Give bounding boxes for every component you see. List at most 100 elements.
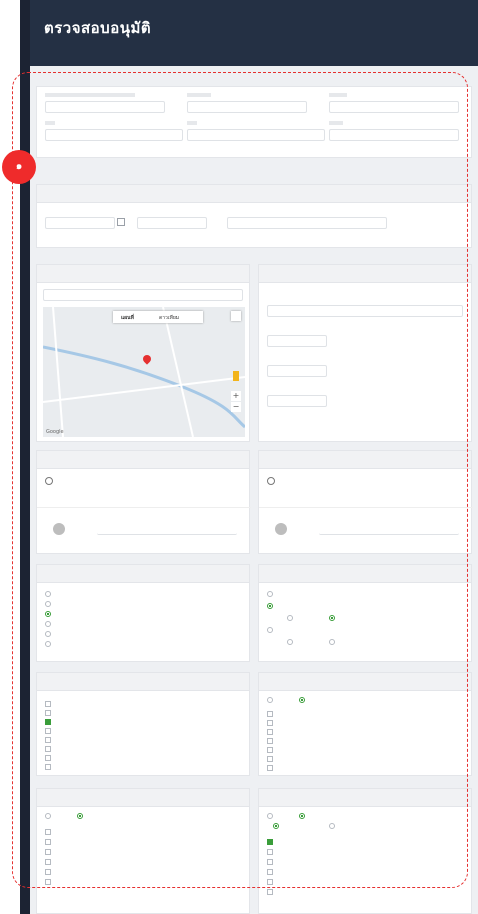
list-item[interactable] xyxy=(287,639,295,645)
district-select[interactable] xyxy=(187,129,325,141)
list-item[interactable] xyxy=(267,859,275,865)
list-item[interactable] xyxy=(45,746,53,752)
bottom-card-right xyxy=(258,788,472,914)
list-item[interactable] xyxy=(267,765,275,771)
options-card-right xyxy=(258,564,472,662)
list-item[interactable] xyxy=(267,756,275,762)
list-item[interactable] xyxy=(45,601,53,607)
list-item[interactable] xyxy=(287,615,295,621)
options-card-header xyxy=(37,565,249,583)
date-field[interactable] xyxy=(45,217,115,229)
list-item[interactable] xyxy=(45,813,53,819)
list-item[interactable] xyxy=(267,813,275,819)
list-item[interactable] xyxy=(45,701,53,707)
map-type-toggle[interactable]: แผนที่ ดาวเทียม xyxy=(113,311,203,323)
list-item[interactable] xyxy=(267,849,275,855)
person-select[interactable] xyxy=(319,523,459,535)
user-add-icon[interactable] xyxy=(45,477,53,485)
pegman-icon[interactable] xyxy=(233,371,239,381)
list-item[interactable] xyxy=(299,697,307,703)
list-item[interactable] xyxy=(267,591,275,597)
list-item[interactable] xyxy=(45,755,53,761)
checkbox-card-header xyxy=(259,673,471,691)
text-field[interactable] xyxy=(267,365,327,377)
field-label xyxy=(45,121,55,125)
list-item[interactable] xyxy=(45,631,53,637)
table-divider xyxy=(37,507,251,508)
map-tab-map[interactable]: แผนที่ xyxy=(121,314,134,322)
type-select[interactable] xyxy=(227,217,387,229)
list-item[interactable] xyxy=(267,720,275,726)
list-item[interactable] xyxy=(45,719,53,725)
list-item[interactable] xyxy=(267,697,275,703)
avatar xyxy=(53,523,65,535)
map-card-header xyxy=(37,265,249,283)
list-item[interactable] xyxy=(267,839,275,845)
list-item[interactable] xyxy=(267,869,275,875)
list-item[interactable] xyxy=(267,729,275,735)
zoom-out-button[interactable]: − xyxy=(231,402,241,412)
options-card-left xyxy=(36,564,250,662)
list-item[interactable] xyxy=(45,764,53,770)
text-field[interactable] xyxy=(45,101,165,113)
list-item[interactable] xyxy=(45,621,53,627)
list-item[interactable] xyxy=(267,603,275,609)
table-divider xyxy=(259,507,473,508)
list-item[interactable] xyxy=(329,615,337,621)
field-label xyxy=(187,121,197,125)
list-item[interactable] xyxy=(45,859,53,865)
list-item[interactable] xyxy=(45,737,53,743)
person-select[interactable] xyxy=(97,523,237,535)
map-card: แผนที่ ดาวเทียม + − Google xyxy=(36,264,250,442)
checkbox-card-header xyxy=(37,673,249,691)
list-item[interactable] xyxy=(45,611,53,617)
address-card-header xyxy=(259,265,471,283)
person-card-right xyxy=(258,450,473,554)
list-item[interactable] xyxy=(45,591,53,597)
list-item[interactable] xyxy=(267,747,275,753)
field-label xyxy=(187,93,211,97)
list-item[interactable] xyxy=(329,823,337,829)
list-item[interactable] xyxy=(77,813,85,819)
google-logo: Google xyxy=(46,429,64,435)
main-content: แผนที่ ดาวเทียม + − Google xyxy=(30,66,478,914)
text-field[interactable] xyxy=(267,335,327,347)
page-header: ตรวจสอบอนุมัติ xyxy=(30,0,478,66)
calendar-icon[interactable] xyxy=(117,218,125,226)
text-field[interactable] xyxy=(267,395,327,407)
time-field[interactable] xyxy=(137,217,207,229)
field-label xyxy=(329,93,347,97)
subdistrict-select[interactable] xyxy=(329,129,459,141)
list-item[interactable] xyxy=(45,829,53,835)
list-item[interactable] xyxy=(45,641,53,647)
list-item[interactable] xyxy=(273,823,281,829)
list-item[interactable] xyxy=(267,627,275,633)
list-item[interactable] xyxy=(45,869,53,875)
list-item[interactable] xyxy=(329,639,337,645)
text-field[interactable] xyxy=(187,101,307,113)
list-item[interactable] xyxy=(267,889,275,895)
list-item[interactable] xyxy=(45,710,53,716)
list-item[interactable] xyxy=(267,738,275,744)
person-card-left xyxy=(36,450,251,554)
list-item[interactable] xyxy=(45,839,53,845)
text-field[interactable] xyxy=(329,101,459,113)
list-item[interactable] xyxy=(299,813,307,819)
address-field[interactable] xyxy=(267,305,463,317)
map-tab-satellite[interactable]: ดาวเทียม xyxy=(159,314,179,322)
list-item[interactable] xyxy=(45,849,53,855)
list-item[interactable] xyxy=(45,879,53,885)
person-card-header xyxy=(259,451,471,469)
map-search-input[interactable] xyxy=(43,289,243,301)
bottom-card-header xyxy=(37,789,249,807)
bottom-card-left xyxy=(36,788,250,914)
user-add-icon[interactable] xyxy=(267,477,275,485)
map-view[interactable]: แผนที่ ดาวเทียม + − Google xyxy=(43,307,245,437)
zoom-in-button[interactable]: + xyxy=(231,391,241,401)
list-item[interactable] xyxy=(45,728,53,734)
checkbox-card-right xyxy=(258,672,472,776)
province-select[interactable] xyxy=(45,129,183,141)
fullscreen-icon[interactable] xyxy=(231,311,241,321)
list-item[interactable] xyxy=(267,711,275,717)
list-item[interactable] xyxy=(267,879,275,885)
